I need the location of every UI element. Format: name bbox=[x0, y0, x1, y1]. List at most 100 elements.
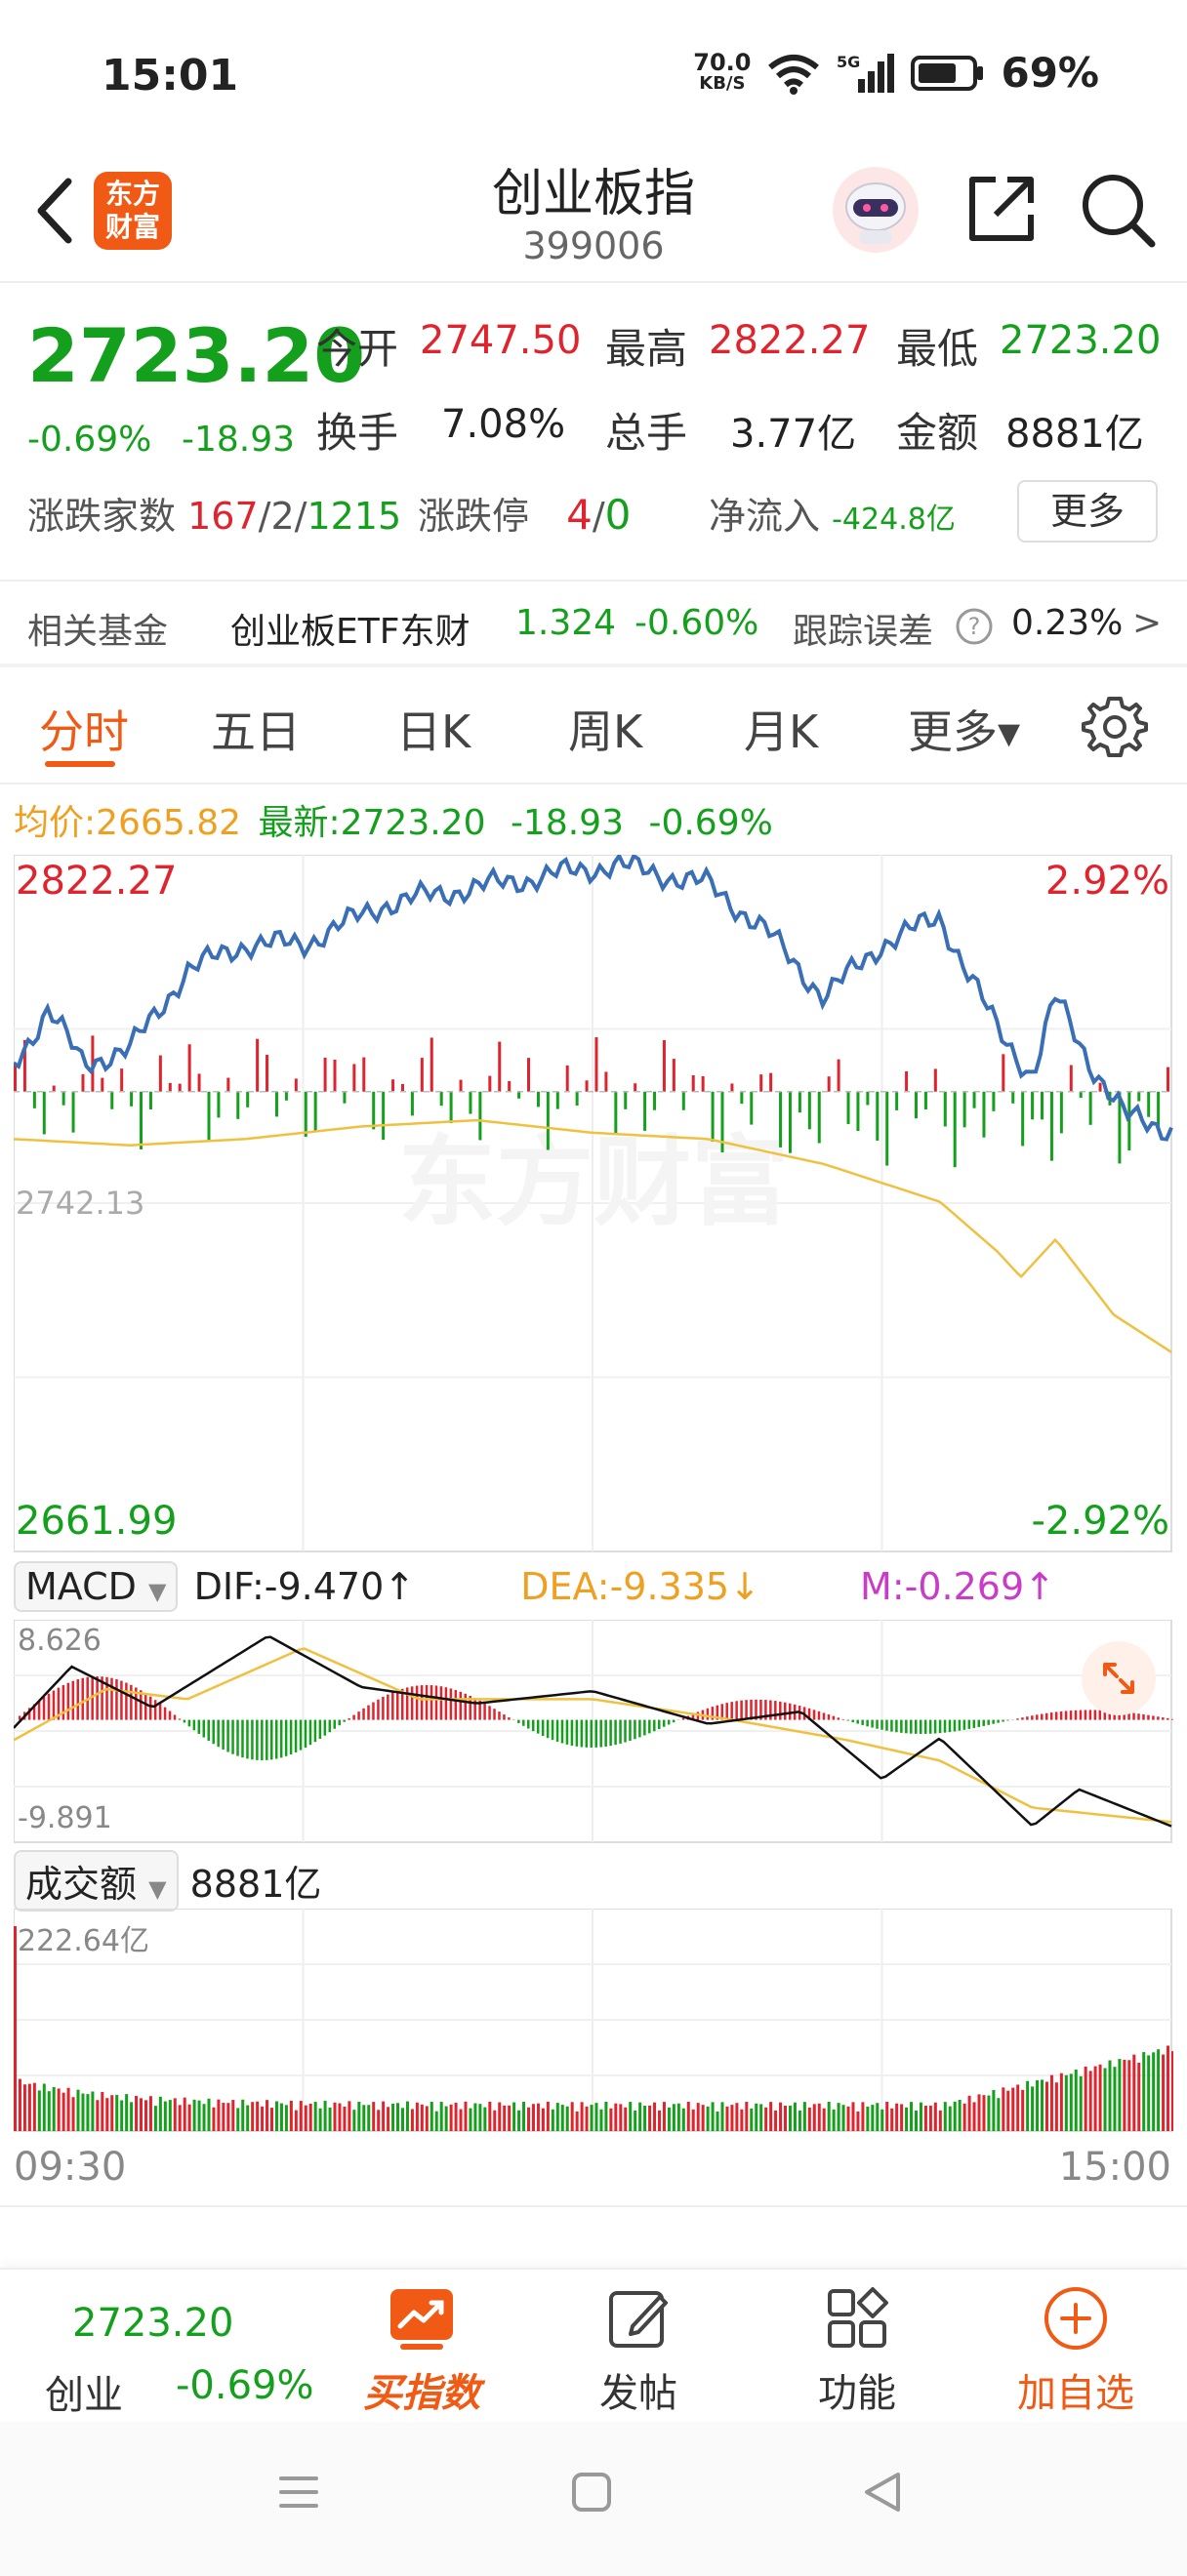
fund-section-label: 相关基金 bbox=[27, 612, 169, 652]
chevron-down-icon: ▼ bbox=[148, 1578, 167, 1605]
share-icon[interactable] bbox=[961, 168, 1043, 250]
status-time: 15:01 bbox=[102, 51, 239, 101]
tab-weekly-k[interactable]: 周K bbox=[568, 697, 642, 761]
volume-selector[interactable]: 成交额 ▼ bbox=[14, 1850, 179, 1912]
volume-max-label: 222.64亿 bbox=[18, 1924, 149, 1958]
expand-icon[interactable] bbox=[1080, 1639, 1158, 1717]
volume-chart[interactable]: 222.64亿 bbox=[13, 1908, 1174, 2133]
prev-close-label: 2742.13 bbox=[16, 1185, 145, 1222]
breadth-row: 涨跌家数 167/2/1215 bbox=[27, 495, 402, 538]
volume-header: 成交额 ▼ 8881亿 bbox=[14, 1850, 322, 1912]
mini-percent: -0.69% bbox=[176, 2363, 314, 2408]
gear-icon[interactable] bbox=[1082, 693, 1148, 759]
latest-change: -18.93 bbox=[510, 803, 624, 843]
svg-text:?: ? bbox=[968, 613, 981, 640]
wifi-icon bbox=[768, 54, 820, 95]
open-value: 2747.50 bbox=[420, 318, 582, 363]
volume-chart-svg bbox=[13, 1908, 1174, 2132]
nav-buy-index[interactable]: 买指数 bbox=[353, 2283, 490, 2418]
menu-icon[interactable] bbox=[275, 2469, 322, 2516]
macd-max-label: 8.626 bbox=[18, 1624, 102, 1658]
signal-icon: 5G bbox=[837, 53, 895, 93]
nav-add-watchlist[interactable]: 加自选 bbox=[1007, 2283, 1144, 2418]
help-icon[interactable]: ? bbox=[955, 607, 994, 646]
time-end-label: 15:00 bbox=[1058, 2145, 1171, 2190]
chart-tabs: 分时 五日 日K 周K 月K 更多▾ bbox=[0, 667, 1187, 785]
macd-chart[interactable]: 8.626 -9.891 bbox=[13, 1619, 1174, 1844]
fund-change: -0.60% bbox=[634, 603, 759, 643]
macd-min-label: -9.891 bbox=[18, 1801, 112, 1835]
low-value: 2723.20 bbox=[1000, 318, 1162, 363]
volume-value: 3.77亿 bbox=[730, 412, 857, 457]
home-icon[interactable] bbox=[568, 2469, 615, 2516]
chart-info-line: 均价:2665.82 最新:2723.20 -18.93 -0.69% bbox=[14, 794, 773, 845]
tab-daily-k[interactable]: 日K bbox=[396, 697, 471, 761]
intraday-chart[interactable]: 东方财富 2822.27 2.92% 2661.99 -2.92% 2742.1… bbox=[14, 855, 1173, 1553]
chart-up-icon bbox=[390, 2289, 453, 2350]
macd-m: M:-0.269↑ bbox=[860, 1565, 1055, 1608]
turnover-label: 换手 bbox=[316, 409, 399, 457]
tab-five-day[interactable]: 五日 bbox=[211, 697, 301, 761]
amount-value: 8881亿 bbox=[1005, 412, 1144, 457]
tab-more[interactable]: 更多▾ bbox=[908, 697, 1020, 761]
mini-price: 2723.20 bbox=[72, 2301, 234, 2346]
volume-total: 8881亿 bbox=[189, 1863, 322, 1906]
latest-value: 2723.20 bbox=[340, 803, 486, 843]
avg-value: 2665.82 bbox=[96, 803, 242, 843]
breadth-flat: 2 bbox=[270, 495, 295, 538]
search-icon[interactable] bbox=[1076, 168, 1158, 250]
ai-assistant-icon[interactable] bbox=[830, 164, 921, 256]
latest-label: 最新: bbox=[258, 803, 341, 843]
battery-level: 69% bbox=[1001, 49, 1099, 97]
intraday-chart-svg: 东方财富 bbox=[14, 855, 1173, 1552]
avg-label: 均价: bbox=[14, 803, 97, 843]
limit-up: 4 bbox=[566, 491, 593, 539]
macd-dea: DEA:-9.335↓ bbox=[520, 1565, 760, 1608]
open-label: 今开 bbox=[316, 325, 399, 373]
limit-row: 涨跌停 4/0 bbox=[418, 491, 632, 539]
latest-pct: -0.69% bbox=[648, 803, 773, 843]
nav-post[interactable]: 发帖 bbox=[570, 2283, 707, 2418]
breadth-down: 1215 bbox=[307, 495, 402, 538]
signal-label: 5G bbox=[837, 53, 860, 71]
amount-label: 金额 bbox=[896, 409, 979, 457]
mini-name: 创业 bbox=[45, 2373, 123, 2418]
nav-functions[interactable]: 功能 bbox=[789, 2283, 925, 2418]
header: 东方 财富 创业板指 399006 bbox=[0, 146, 1187, 283]
time-start-label: 09:30 bbox=[14, 2145, 127, 2190]
change-percent: -0.69% bbox=[27, 420, 152, 460]
turnover-value: 7.08% bbox=[441, 402, 566, 447]
tab-underline bbox=[45, 761, 115, 767]
netflow-row: 净流入 -424.8亿 bbox=[709, 495, 956, 538]
chevron-down-icon: ▼ bbox=[148, 1875, 167, 1903]
bottom-nav: 2723.20 创业 -0.69% 买指数 发帖 功能 加自选 bbox=[0, 2268, 1187, 2422]
pct-min-label: -2.92% bbox=[1031, 1499, 1169, 1544]
macd-header: MACD ▼ DIF:-9.470↑ DEA:-9.335↓ M:-0.269↑ bbox=[14, 1561, 1185, 1614]
tab-monthly-k[interactable]: 月K bbox=[744, 697, 818, 761]
limit-down: 0 bbox=[604, 491, 632, 539]
macd-dif: DIF:-9.470↑ bbox=[193, 1565, 416, 1608]
back-nav-icon[interactable] bbox=[859, 2469, 906, 2516]
more-button[interactable]: 更多 bbox=[1017, 480, 1158, 543]
high-label: 最高 bbox=[605, 325, 688, 373]
low-label: 最低 bbox=[896, 325, 979, 373]
current-price: 2723.20 bbox=[27, 312, 366, 399]
tracking-label: 跟踪误差 bbox=[793, 612, 934, 652]
tracking-value: 0.23% bbox=[1011, 603, 1124, 643]
fund-price: 1.324 bbox=[515, 603, 617, 643]
related-fund-row[interactable]: 相关基金 创业板ETF东财 1.324 -0.60% 跟踪误差 ? 0.23% … bbox=[0, 580, 1187, 664]
grid-icon bbox=[828, 2287, 888, 2348]
battery-icon bbox=[911, 55, 984, 91]
macd-selector[interactable]: MACD ▼ bbox=[14, 1561, 179, 1612]
comment-strip bbox=[0, 2205, 1187, 2272]
status-icons: 70.0 KB/S 5G 69% bbox=[693, 49, 1099, 97]
status-bar: 15:01 70.0 KB/S 5G 69% bbox=[0, 0, 1187, 146]
change-value: -18.93 bbox=[182, 420, 296, 460]
edit-icon bbox=[609, 2291, 668, 2348]
netflow-value: -424.8亿 bbox=[832, 503, 956, 537]
system-nav-bar bbox=[0, 2422, 1187, 2576]
tab-intraday[interactable]: 分时 bbox=[39, 697, 129, 761]
pct-max-label: 2.92% bbox=[1044, 859, 1169, 904]
chevron-right-icon: > bbox=[1132, 603, 1163, 643]
add-circle-icon bbox=[1044, 2287, 1107, 2350]
